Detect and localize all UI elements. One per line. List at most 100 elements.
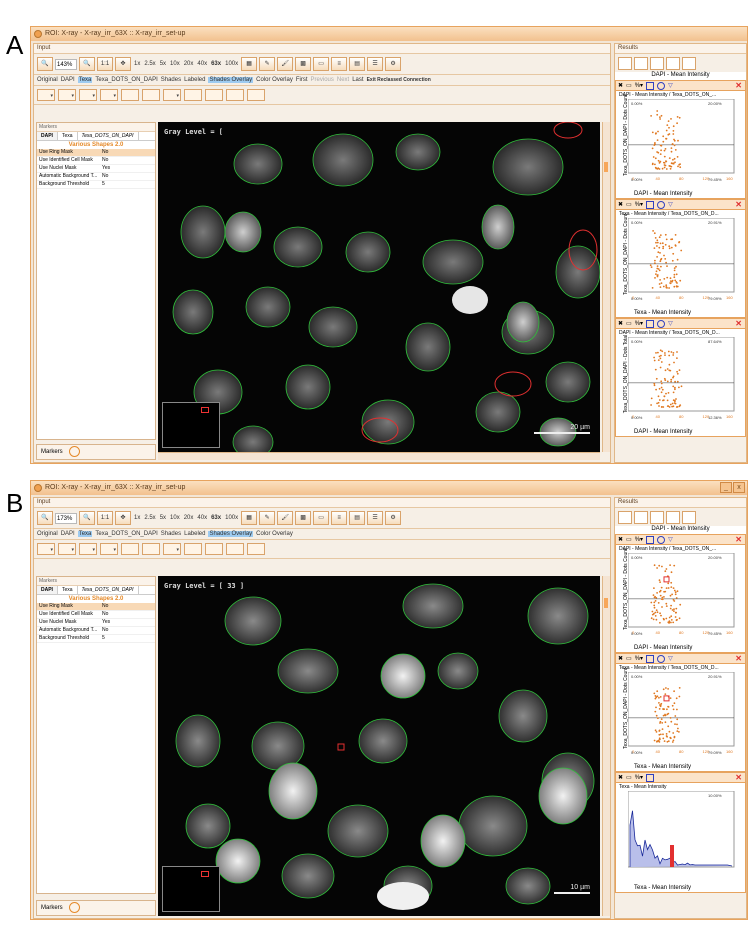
image-vertical-scrollbar[interactable]: [602, 576, 610, 916]
plot-canvas[interactable]: 0 40 80 120 160: [628, 337, 736, 419]
image-viewer[interactable]: Gray Level = [ 33 ] 10 µm: [158, 576, 600, 916]
list-icon[interactable]: ☰: [367, 511, 384, 525]
property-row[interactable]: Use Nuclei Mask Yes: [37, 619, 155, 627]
tab-color-overlay[interactable]: Color Overlay: [256, 531, 293, 537]
axis-icon[interactable]: ▭: [626, 82, 632, 89]
ellipse-gate-icon[interactable]: [657, 81, 666, 90]
actual-size-button[interactable]: 1:1: [97, 511, 113, 525]
bar-chart-icon[interactable]: [682, 510, 696, 524]
tab-shades-overlay[interactable]: Shades Overlay: [208, 531, 254, 537]
markers-menu-button[interactable]: Markers: [41, 449, 63, 455]
tab-original[interactable]: Original: [37, 77, 58, 83]
ellipse-gate-icon[interactable]: [657, 200, 666, 209]
pan-icon[interactable]: ✥: [115, 57, 131, 71]
zoom-5x[interactable]: 5x: [159, 61, 167, 67]
tab-labeled[interactable]: Labeled: [184, 531, 205, 537]
percent-icon[interactable]: %▾: [635, 201, 643, 208]
scroll-thumb[interactable]: [604, 162, 608, 172]
zoom-field[interactable]: 143%: [55, 58, 77, 70]
marker-tab-texa-dots[interactable]: Texa_DOTS_ON_DAPI: [78, 132, 139, 140]
nav-first[interactable]: First: [296, 77, 308, 83]
layers-icon[interactable]: ▤: [349, 57, 366, 71]
zoom-in-icon[interactable]: 🔍: [79, 57, 95, 71]
zoom-63x[interactable]: 63x: [210, 61, 222, 67]
percent-icon[interactable]: %▾: [635, 320, 643, 327]
zoom-40x[interactable]: 40x: [196, 515, 208, 521]
list-icon[interactable]: ☰: [367, 57, 384, 71]
plot-area[interactable]: Texa - Mean Intensity Texa - Mean Intensi…: [615, 783, 746, 893]
property-row[interactable]: Use Identified Cell Mask No: [37, 611, 155, 619]
merge-tool-icon[interactable]: [205, 89, 223, 101]
measure-tool-icon[interactable]: [142, 89, 160, 101]
refresh-icon[interactable]: [247, 89, 265, 101]
image-vertical-scrollbar[interactable]: [602, 122, 610, 452]
tab-labeled[interactable]: Labeled: [184, 77, 205, 83]
freehand-tool-icon[interactable]: ▾: [100, 89, 118, 101]
close-button[interactable]: x: [733, 482, 745, 493]
close-icon[interactable]: ✕: [735, 319, 742, 328]
layers-icon[interactable]: ▤: [349, 511, 366, 525]
square-gate-icon[interactable]: [646, 535, 655, 544]
zoom-63x[interactable]: 63x: [210, 515, 222, 521]
nav-next[interactable]: Next: [337, 77, 349, 83]
polygon-gate-icon[interactable]: ▽: [668, 82, 673, 89]
zoom-out-icon[interactable]: 🔍: [37, 511, 53, 525]
star-tool-icon[interactable]: ▾: [79, 89, 97, 101]
property-row[interactable]: Use Ring Mask No: [37, 603, 155, 611]
percent-icon[interactable]: %▾: [635, 82, 643, 89]
rectangle-tool-icon[interactable]: ▾: [37, 543, 55, 555]
settings-icon[interactable]: ✖: [618, 201, 623, 208]
scroll-thumb[interactable]: [604, 598, 608, 608]
settings-icon[interactable]: ✖: [618, 82, 623, 89]
image-horizontal-scrollbar[interactable]: [158, 452, 600, 460]
minimap[interactable]: [162, 402, 220, 448]
tab-texa[interactable]: Texa: [77, 531, 93, 537]
settings-icon[interactable]: ⚙: [385, 57, 402, 71]
square-gate-icon[interactable]: [646, 319, 655, 328]
stamp-tool-icon[interactable]: ▾: [163, 89, 181, 101]
ellipse-gate-icon[interactable]: [657, 535, 666, 544]
percent-icon[interactable]: %▾: [635, 774, 643, 781]
ellipse-gate-icon[interactable]: [657, 319, 666, 328]
cut-tool-icon[interactable]: [226, 543, 244, 555]
tab-shades[interactable]: Shades: [161, 531, 181, 537]
property-row[interactable]: Use Ring Mask No: [37, 149, 155, 157]
brush-icon[interactable]: 🖌: [277, 57, 294, 71]
measure-tool-icon[interactable]: [142, 543, 160, 555]
zoom-5x[interactable]: 5x: [159, 515, 167, 521]
percent-icon[interactable]: %▾: [635, 536, 643, 543]
settings-icon[interactable]: [650, 56, 664, 70]
scatter-plot-icon[interactable]: [618, 56, 632, 70]
percent-icon[interactable]: %▾: [635, 655, 643, 662]
zoom-100x[interactable]: 100x: [224, 61, 239, 67]
polygon-gate-icon[interactable]: ▽: [668, 536, 673, 543]
tab-dapi[interactable]: DAPI: [61, 531, 75, 537]
square-gate-icon[interactable]: [646, 773, 655, 782]
mosaic-icon[interactable]: ▩: [295, 511, 312, 525]
refresh-icon[interactable]: [247, 543, 265, 555]
zoom-100x[interactable]: 100x: [224, 515, 239, 521]
tab-shades[interactable]: Shades: [161, 77, 181, 83]
zoom-10x[interactable]: 10x: [169, 515, 181, 521]
axis-icon[interactable]: ▭: [626, 655, 632, 662]
axis-icon[interactable]: ▭: [626, 536, 632, 543]
zoom-40x[interactable]: 40x: [196, 61, 208, 67]
marker-tab-texa[interactable]: Texa: [58, 586, 78, 594]
exit-reclassed-button[interactable]: Exit Reclassed Connection: [367, 77, 431, 83]
axis-icon[interactable]: ▭: [626, 201, 632, 208]
refresh-icon[interactable]: [69, 901, 81, 913]
table-icon[interactable]: [666, 510, 680, 524]
zoom-1x[interactable]: 1x: [133, 61, 141, 67]
property-row[interactable]: Automatic Background T... No: [37, 173, 155, 181]
square-gate-icon[interactable]: [646, 654, 655, 663]
table-icon[interactable]: [666, 56, 680, 70]
square-gate-icon[interactable]: [646, 81, 655, 90]
plot-area[interactable]: DAPI - Mean Intensity / Texa_DOTS_ON_D..…: [615, 329, 746, 437]
zoom-1x[interactable]: 1x: [133, 515, 141, 521]
zoom-2-5x[interactable]: 2.5x: [143, 515, 156, 521]
zoom-20x[interactable]: 20x: [183, 61, 195, 67]
marker-tab-texa-dots[interactable]: Texa_DOTS_ON_DAPI: [78, 586, 139, 594]
close-icon[interactable]: ✕: [735, 773, 742, 782]
close-icon[interactable]: ✕: [735, 535, 742, 544]
pencil-icon[interactable]: ✎: [259, 511, 276, 525]
